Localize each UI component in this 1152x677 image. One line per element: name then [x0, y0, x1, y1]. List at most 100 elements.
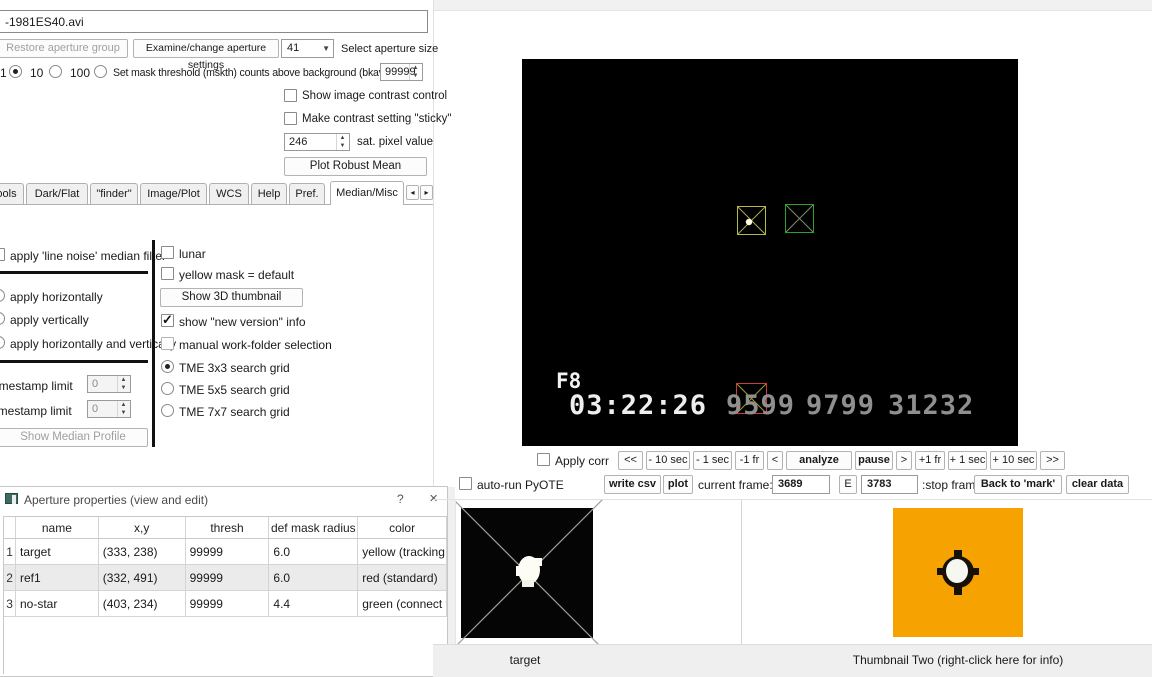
cell-thresh[interactable]: 99999 [186, 565, 270, 590]
show-contrast-checkbox[interactable] [284, 89, 297, 102]
cell-xy[interactable]: (332, 491) [99, 565, 186, 590]
autorun-pyote-checkbox[interactable] [459, 477, 472, 490]
tab-wcs[interactable]: WCS [209, 183, 249, 204]
clear-data-button[interactable]: clear data [1066, 475, 1129, 494]
yellow-mask-label: yellow mask = default [179, 268, 295, 282]
spinner-arrows-icon[interactable]: ▲ ▼ [117, 376, 129, 392]
cell-color[interactable]: green (connect t... [358, 591, 447, 616]
image-view[interactable]: F8 03:22:26 9599 9799 31232 [522, 59, 1018, 446]
minus-1sec-button[interactable]: - 1 sec [693, 451, 732, 470]
tab-tools[interactable]: tools [0, 183, 24, 204]
cell-thresh[interactable]: 99999 [186, 539, 270, 564]
apply-corr-label: Apply corr [555, 454, 610, 468]
tab-dark-flat[interactable]: Dark/Flat [26, 183, 88, 204]
plus-1fr-button[interactable]: +1 fr [915, 451, 945, 470]
radio-1[interactable] [9, 65, 22, 78]
cell-color[interactable]: yellow (tracking ... [358, 539, 447, 564]
line-noise-checkbox[interactable] [0, 248, 5, 261]
filename-input[interactable]: -1981ES40.avi [0, 10, 428, 33]
table-row[interactable]: 3 no-star (403, 234) 99999 4.4 green (co… [4, 591, 447, 617]
work-folder-checkbox[interactable] [161, 337, 174, 350]
cell-xy[interactable]: (333, 238) [99, 539, 186, 564]
thumbnail-two-pane[interactable] [743, 500, 1152, 644]
upper-timestamp-spinbox[interactable]: 0 ▲ ▼ [87, 375, 131, 393]
spinner-arrows-icon[interactable]: ▲ ▼ [409, 64, 421, 80]
tab-help[interactable]: Help [251, 183, 287, 204]
minus-1fr-button[interactable]: -1 fr [735, 451, 764, 470]
cell-thresh[interactable]: 99999 [186, 591, 270, 616]
sat-pixel-spinbox[interactable]: 246 ▲ ▼ [284, 133, 350, 151]
cell-radius[interactable]: 6.0 [269, 565, 359, 590]
aperture-size-select[interactable]: 41 ▼ [281, 39, 334, 58]
cell-radius[interactable]: 4.4 [269, 591, 359, 616]
col-thresh[interactable]: thresh [186, 517, 270, 538]
divider [0, 360, 148, 363]
cell-name[interactable]: ref1 [16, 565, 99, 590]
cell-xy[interactable]: (403, 234) [99, 591, 186, 616]
cell-name[interactable]: no-star [16, 591, 99, 616]
stop-frame-input[interactable]: 3783 [861, 475, 918, 494]
apply-horizontal-radio[interactable] [0, 289, 5, 302]
restore-aperture-group-button[interactable]: Restore aperture group [0, 39, 128, 58]
tab-median-misc[interactable]: Median/Misc [330, 181, 404, 205]
apply-both-radio[interactable] [0, 336, 5, 349]
table-row[interactable]: 1 target (333, 238) 99999 6.0 yellow (tr… [4, 539, 447, 565]
radio-100-label: 100 [70, 66, 91, 80]
tab-scroll-right-icon[interactable]: ▸ [420, 185, 433, 200]
lower-timestamp-spinbox[interactable]: 0 ▲ ▼ [87, 400, 131, 418]
dialog-help-button[interactable]: ? [397, 492, 404, 506]
plot-button[interactable]: plot [663, 475, 693, 494]
step-back-button[interactable]: < [767, 451, 783, 470]
show-3d-thumbnail-button[interactable]: Show 3D thumbnail [160, 288, 303, 307]
step-forward-button[interactable]: > [896, 451, 912, 470]
lunar-checkbox[interactable] [161, 246, 174, 259]
analyze-button[interactable]: analyze [786, 451, 852, 470]
back-to-mark-button[interactable]: Back to 'mark' [974, 475, 1062, 494]
plus-1sec-button[interactable]: + 1 sec [948, 451, 987, 470]
pause-button[interactable]: pause [855, 451, 893, 470]
forward-fast-button[interactable]: >> [1040, 451, 1065, 470]
mask-threshold-spinbox[interactable]: 99999 ▲ ▼ [380, 63, 423, 81]
chevron-down-icon: ▼ [322, 44, 330, 53]
aperture-target-yellow[interactable] [737, 206, 766, 235]
spinner-arrows-icon[interactable]: ▲ ▼ [336, 134, 348, 150]
current-frame-input[interactable]: 3689 [772, 475, 830, 494]
new-version-checkbox[interactable] [161, 312, 174, 328]
thumbnail-one-pane[interactable] [455, 500, 742, 644]
rewind-fast-button[interactable]: << [618, 451, 643, 470]
e-button[interactable]: E [839, 475, 857, 494]
cell-name[interactable]: target [16, 539, 99, 564]
plus-10sec-button[interactable]: + 10 sec [990, 451, 1037, 470]
col-radius[interactable]: def mask radius [269, 517, 359, 538]
radio-100[interactable] [94, 65, 107, 78]
radio-10[interactable] [49, 65, 62, 78]
write-csv-button[interactable]: write csv [604, 475, 661, 494]
tab-scroll-left-icon[interactable]: ◂ [406, 185, 419, 200]
plot-robust-mean-button[interactable]: Plot Robust Mean [284, 157, 427, 176]
spinner-arrows-icon[interactable]: ▲ ▼ [117, 401, 129, 417]
apply-vertical-radio[interactable] [0, 312, 5, 325]
cell-color[interactable]: red (standard) [358, 565, 447, 590]
thumbnail-two-label: Thumbnail Two (right-click here for info… [852, 653, 1064, 667]
col-name[interactable]: name [16, 517, 99, 538]
sat-pixel-value: 246 [289, 136, 308, 148]
aperture-nostar-green[interactable] [785, 204, 814, 233]
osd-number-2: 9799 [806, 390, 876, 421]
sticky-contrast-checkbox[interactable] [284, 112, 297, 125]
tme7x7-radio[interactable] [161, 404, 174, 417]
tme3x3-radio[interactable] [161, 360, 174, 373]
cell-radius[interactable]: 6.0 [269, 539, 359, 564]
tme5x5-radio[interactable] [161, 382, 174, 395]
show-median-profile-button[interactable]: Show Median Profile [0, 428, 148, 447]
tab-finder[interactable]: "finder" [90, 183, 138, 204]
minus-10sec-button[interactable]: - 10 sec [646, 451, 690, 470]
col-color[interactable]: color [358, 517, 447, 538]
radio-10-label: 10 [30, 66, 44, 80]
yellow-mask-checkbox[interactable] [161, 267, 174, 280]
table-row[interactable]: 2 ref1 (332, 491) 99999 6.0 red (standar… [4, 565, 447, 591]
apply-corr-checkbox[interactable] [537, 453, 550, 466]
examine-aperture-settings-button[interactable]: Examine/change aperture settings [133, 39, 279, 71]
tab-image-plot[interactable]: Image/Plot [140, 183, 207, 204]
col-xy[interactable]: x,y [99, 517, 186, 538]
tab-pref[interactable]: Pref. [289, 183, 325, 204]
